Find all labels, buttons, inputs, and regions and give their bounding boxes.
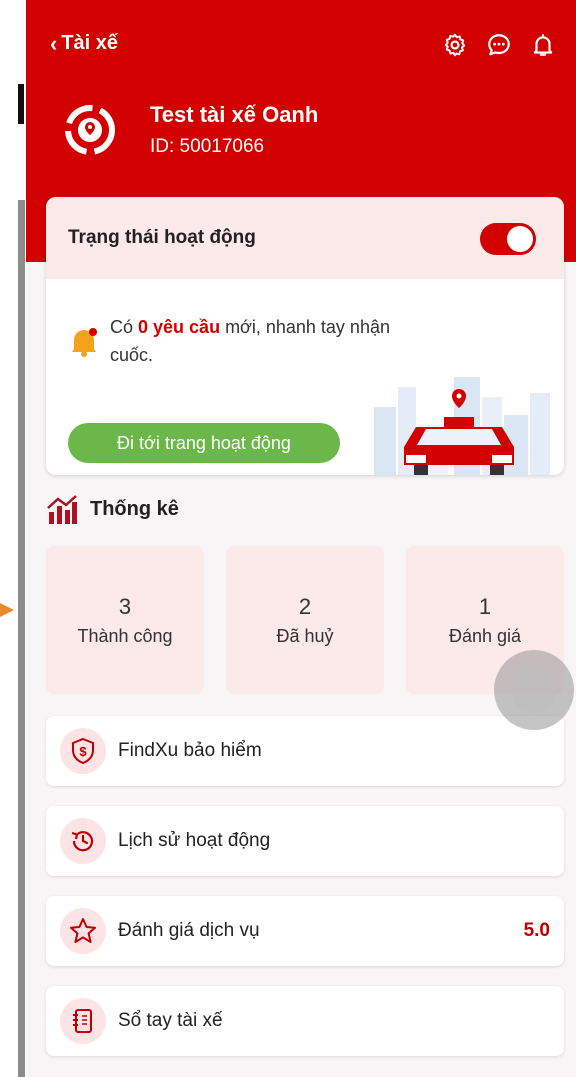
stats-chart-icon <box>47 495 77 524</box>
history-clock-icon <box>60 818 106 864</box>
background-mark <box>18 84 24 124</box>
background-edge <box>18 200 25 1077</box>
menu-label: FindXu bảo hiểm <box>118 740 262 761</box>
stat-value: 1 <box>478 594 492 619</box>
driver-profile: Test tài xế Oanh ID: 50017066 <box>62 102 318 158</box>
top-bar: ‹ Tài xế <box>26 28 576 64</box>
driver-name: Test tài xế Oanh <box>150 102 319 127</box>
pointer-arrow-icon <box>0 603 14 617</box>
settings-icon[interactable] <box>442 32 468 58</box>
chat-icon[interactable] <box>486 32 512 58</box>
notification-icon[interactable] <box>530 32 556 58</box>
back-button[interactable]: ‹ Tài xế <box>50 32 118 55</box>
status-toggle[interactable] <box>480 223 536 255</box>
status-card: Trạng thái hoạt động Có 0 yêu cầu mới, n… <box>46 197 564 475</box>
menu-item-driver-handbook[interactable]: Sổ tay tài xế <box>46 986 564 1056</box>
star-icon <box>60 908 106 954</box>
menu-label: Lịch sử hoạt động <box>118 830 271 851</box>
rating-value: 5.0 <box>523 920 550 941</box>
background-strip <box>0 0 26 1077</box>
status-title: Trạng thái hoạt động <box>68 227 256 248</box>
stat-value: 3 <box>118 594 132 619</box>
toggle-knob <box>507 226 533 252</box>
stat-value: 2 <box>298 594 312 619</box>
stat-label: Thành công <box>77 626 173 646</box>
city-car-illustration <box>374 377 550 475</box>
notice-prefix: Có <box>110 317 139 337</box>
shield-dollar-icon: $ <box>60 728 106 774</box>
back-label: Tài xế <box>61 32 119 54</box>
bell-icon <box>72 328 97 357</box>
touch-indicator-inner <box>511 667 557 713</box>
menu-item-history[interactable]: Lịch sử hoạt động <box>46 806 564 876</box>
notice-text: Có 0 yêu cầu mới, nhanh tay nhận cuốc. <box>110 313 410 369</box>
touch-indicator <box>494 650 574 730</box>
driver-id: ID: 50017066 <box>150 136 265 157</box>
goto-activity-button[interactable]: Đi tới trang hoạt động <box>68 423 340 463</box>
stat-label: Đã huỷ <box>276 626 334 646</box>
notebook-icon <box>60 998 106 1044</box>
menu-item-insurance[interactable]: $ FindXu bảo hiểm <box>46 716 564 786</box>
app-screen: ‹ Tài xế Test tài xế Oanh ID: 50017066 T… <box>26 0 576 1077</box>
menu-item-service-rating[interactable]: Đánh giá dịch vụ 5.0 <box>46 896 564 966</box>
menu-label: Sổ tay tài xế <box>118 1010 223 1031</box>
stat-cancelled[interactable]: 2 Đã huỷ <box>226 546 384 694</box>
stat-success[interactable]: 3 Thành công <box>46 546 204 694</box>
svg-text:$: $ <box>79 744 87 759</box>
stat-label: Đánh giá <box>448 626 522 646</box>
chevron-left-icon: ‹ <box>50 30 58 56</box>
status-header: Trạng thái hoạt động <box>46 197 564 279</box>
stats-title: Thống kê <box>90 497 179 520</box>
menu-label: Đánh giá dịch vụ <box>118 920 260 941</box>
top-icons <box>442 32 556 58</box>
request-notice: Có 0 yêu cầu mới, nhanh tay nhận cuốc. <box>66 313 410 369</box>
driver-avatar-icon <box>62 102 118 158</box>
request-count: 0 yêu cầu <box>138 317 221 337</box>
stats-header: Thống kê <box>46 494 179 524</box>
